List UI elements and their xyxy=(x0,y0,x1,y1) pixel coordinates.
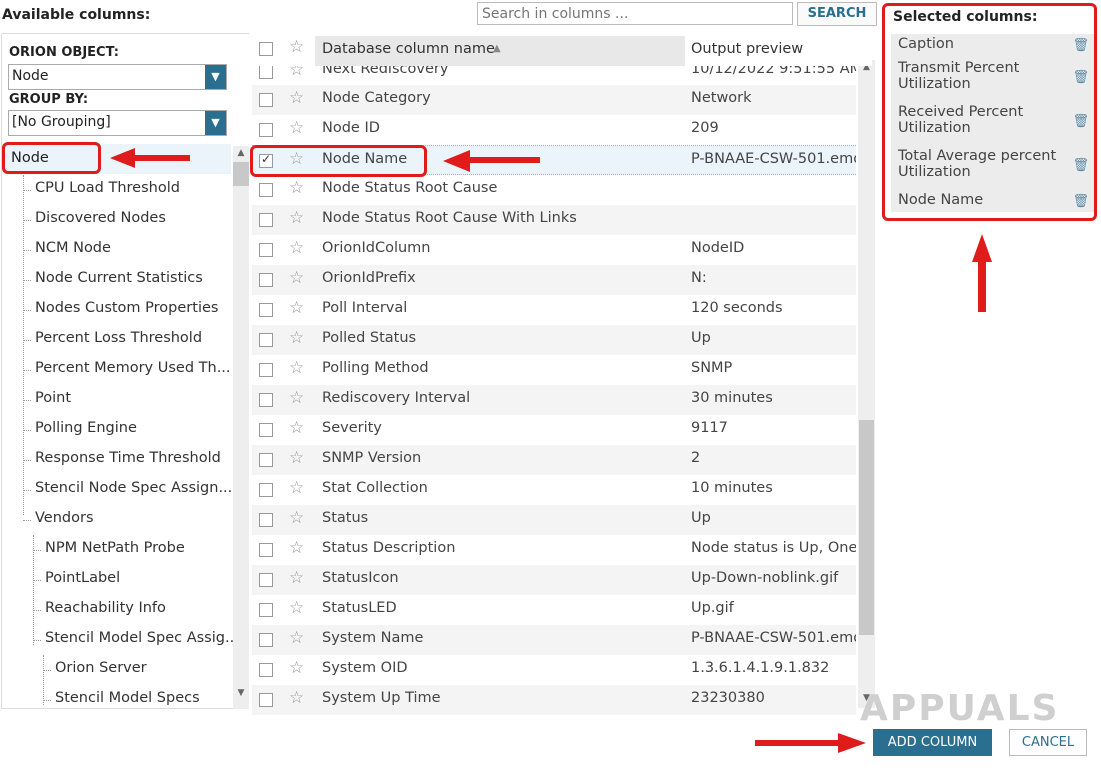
output-preview-header: Output preview xyxy=(691,41,804,57)
column-table-header: ☆ Database column name ▲ Output preview xyxy=(252,36,872,66)
sort-asc-icon: ▲ xyxy=(493,43,501,54)
select-all-checkbox[interactable] xyxy=(259,42,273,56)
annotation-arrows xyxy=(110,148,992,753)
star-icon[interactable]: ☆ xyxy=(289,37,304,57)
column-name-header-label: Database column name xyxy=(322,41,495,57)
column-name-header[interactable]: Database column name ▲ xyxy=(315,36,685,66)
annotation-arrow xyxy=(110,148,992,753)
